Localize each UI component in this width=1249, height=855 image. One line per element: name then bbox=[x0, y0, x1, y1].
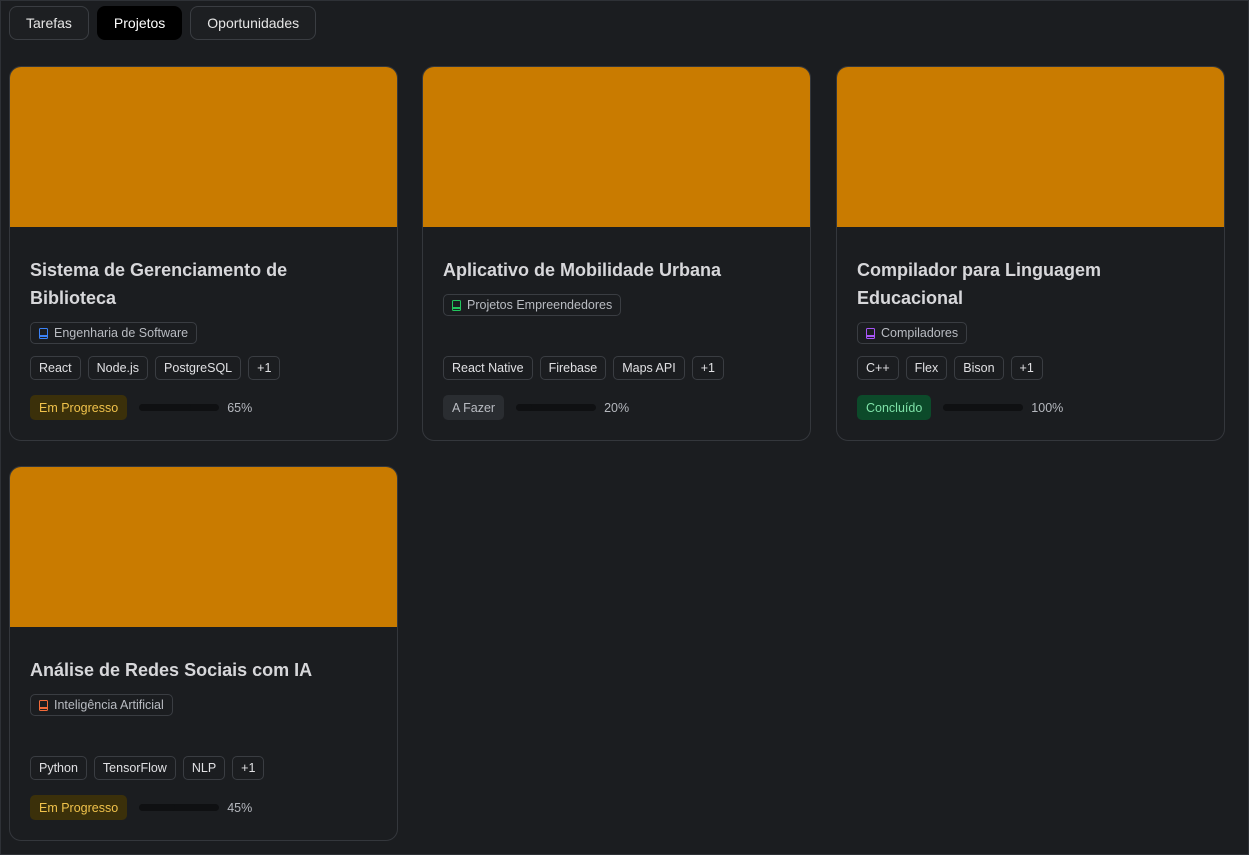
project-card[interactable]: Análise de Redes Sociais com IA Inteligê… bbox=[9, 466, 398, 841]
progress-fill bbox=[139, 804, 176, 811]
status-row: Em Progresso 45% bbox=[30, 795, 252, 820]
status-row: Em Progresso 65% bbox=[30, 395, 252, 420]
project-card-body: Aplicativo de Mobilidade Urbana Projetos… bbox=[423, 227, 810, 440]
book-icon bbox=[866, 327, 875, 339]
tech-tag: Node.js bbox=[87, 356, 149, 380]
project-title: Compilador para Linguagem Educacional bbox=[857, 260, 1102, 308]
status-row: A Fazer 20% bbox=[443, 395, 629, 420]
subject-badge: Compiladores bbox=[857, 322, 968, 344]
progress-bar bbox=[516, 404, 597, 411]
status-badge: Em Progresso bbox=[30, 395, 128, 420]
tech-tags: C++ Flex Bison +1 bbox=[857, 356, 1043, 380]
tech-tag: C++ bbox=[857, 356, 899, 380]
progress-percent: 65% bbox=[227, 400, 253, 415]
project-card-body: Sistema de Gerenciamento de Biblioteca E… bbox=[10, 227, 397, 440]
project-card-body: Compilador para Linguagem Educacional Co… bbox=[837, 227, 1224, 440]
subject-label: Inteligência Artificial bbox=[54, 698, 164, 712]
subject-label: Engenharia de Software bbox=[54, 326, 189, 340]
more-tags-badge: +1 bbox=[691, 356, 724, 380]
progress-fill bbox=[516, 404, 533, 411]
project-cover-image bbox=[837, 67, 1224, 227]
tech-tag: TensorFlow bbox=[93, 756, 176, 780]
progress-bar bbox=[139, 404, 220, 411]
tech-tag: PostgreSQL bbox=[155, 356, 242, 380]
tech-tag: NLP bbox=[182, 756, 226, 780]
project-cover-image bbox=[10, 467, 397, 627]
progress-fill bbox=[943, 404, 1024, 411]
project-card[interactable]: Aplicativo de Mobilidade Urbana Projetos… bbox=[422, 66, 811, 441]
tech-tag: Maps API bbox=[613, 356, 685, 380]
more-tags-badge: +1 bbox=[1010, 356, 1043, 380]
tech-tag: React Native bbox=[443, 356, 533, 380]
project-title: Análise de Redes Sociais com IA bbox=[30, 660, 313, 680]
progress-fill bbox=[139, 404, 192, 411]
project-title: Aplicativo de Mobilidade Urbana bbox=[443, 260, 722, 280]
progress-bar bbox=[139, 804, 220, 811]
progress-percent: 45% bbox=[227, 800, 253, 815]
project-title: Sistema de Gerenciamento de Biblioteca bbox=[30, 260, 288, 308]
progress-bar bbox=[943, 404, 1024, 411]
book-icon bbox=[39, 327, 48, 339]
progress-percent: 20% bbox=[604, 400, 630, 415]
project-card[interactable]: Compilador para Linguagem Educacional Co… bbox=[836, 66, 1225, 441]
tab-projetos[interactable]: Projetos bbox=[96, 6, 183, 40]
status-badge: Concluído bbox=[857, 395, 932, 420]
tech-tag: Python bbox=[30, 756, 87, 780]
project-card-body: Análise de Redes Sociais com IA Inteligê… bbox=[10, 627, 397, 840]
status-row: Concluído 100% bbox=[857, 395, 1063, 420]
tab-oportunidades[interactable]: Oportunidades bbox=[190, 6, 317, 40]
tech-tag: Flex bbox=[905, 356, 948, 380]
tech-tag: React bbox=[30, 356, 81, 380]
book-icon bbox=[452, 299, 461, 311]
subject-label: Compiladores bbox=[881, 326, 959, 340]
more-tags-badge: +1 bbox=[232, 756, 265, 780]
tech-tags: React Native Firebase Maps API +1 bbox=[443, 356, 724, 380]
status-badge: Em Progresso bbox=[30, 795, 128, 820]
project-card[interactable]: Sistema de Gerenciamento de Biblioteca E… bbox=[9, 66, 398, 441]
subject-label: Projetos Empreendedores bbox=[467, 298, 613, 312]
subject-badge: Inteligência Artificial bbox=[30, 694, 173, 716]
project-cover-image bbox=[10, 67, 397, 227]
subject-badge: Projetos Empreendedores bbox=[443, 294, 622, 316]
tech-tag: Firebase bbox=[539, 356, 607, 380]
tab-tarefas[interactable]: Tarefas bbox=[9, 6, 89, 40]
more-tags-badge: +1 bbox=[248, 356, 281, 380]
subject-badge: Engenharia de Software bbox=[30, 322, 198, 344]
tech-tags: React Node.js PostgreSQL +1 bbox=[30, 356, 281, 380]
view-tabs: Tarefas Projetos Oportunidades bbox=[9, 6, 317, 40]
tech-tags: Python TensorFlow NLP +1 bbox=[30, 756, 265, 780]
tech-tag: Bison bbox=[954, 356, 1004, 380]
status-badge: A Fazer bbox=[443, 395, 505, 420]
project-cover-image bbox=[423, 67, 810, 227]
book-icon bbox=[39, 699, 48, 711]
progress-percent: 100% bbox=[1031, 400, 1064, 415]
